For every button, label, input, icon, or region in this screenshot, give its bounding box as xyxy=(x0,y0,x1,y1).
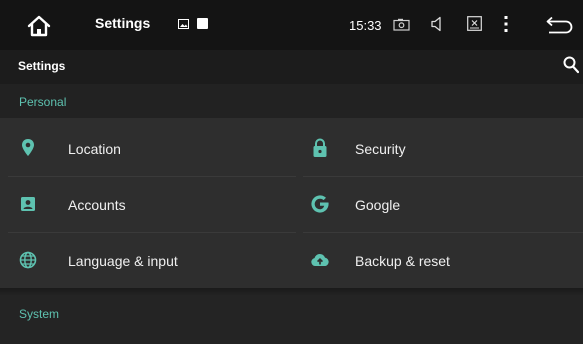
status-bar: Settings 15:33 xyxy=(0,0,583,50)
globe-icon xyxy=(19,251,37,269)
section-title-system: System xyxy=(19,307,60,321)
page-title: Settings xyxy=(18,59,66,73)
settings-item-label: Google xyxy=(355,197,401,213)
lock-icon xyxy=(313,138,327,157)
settings-item-label: Backup & reset xyxy=(355,253,450,269)
personal-settings-grid: Location Security Accounts Google Langua… xyxy=(0,118,583,290)
section-shadow xyxy=(0,288,583,296)
settings-item-label: Language & input xyxy=(68,253,178,269)
settings-item-google[interactable]: Google xyxy=(294,176,583,232)
back-icon[interactable] xyxy=(545,16,573,34)
section-title-personal: Personal xyxy=(19,95,67,109)
settings-item-label: Security xyxy=(355,141,406,157)
volume-icon[interactable] xyxy=(430,16,444,32)
search-icon[interactable] xyxy=(563,56,579,74)
close-box-icon[interactable] xyxy=(467,16,482,31)
account-box-icon xyxy=(21,197,35,211)
settings-item-label: Accounts xyxy=(68,197,126,213)
location-pin-icon xyxy=(22,139,34,156)
settings-item-accounts[interactable]: Accounts xyxy=(0,176,291,232)
more-vert-icon[interactable] xyxy=(503,15,509,33)
google-icon xyxy=(311,195,329,213)
status-bar-title: Settings xyxy=(95,15,151,31)
home-icon[interactable] xyxy=(26,14,52,38)
settings-item-backup-reset[interactable]: Backup & reset xyxy=(294,232,583,288)
camera-icon[interactable] xyxy=(393,18,410,31)
cloud-upload-icon xyxy=(311,253,329,266)
settings-item-label: Location xyxy=(68,141,121,157)
settings-item-location[interactable]: Location xyxy=(0,120,291,176)
settings-item-language-input[interactable]: Language & input xyxy=(0,232,291,288)
section-header-personal: Personal xyxy=(0,84,583,118)
settings-item-security[interactable]: Security xyxy=(294,120,583,176)
action-bar: Settings xyxy=(0,50,583,84)
clock-time: 15:33 xyxy=(349,18,382,33)
section-header-system: System xyxy=(0,296,583,344)
gallery-icon xyxy=(178,19,189,29)
square-icon xyxy=(197,18,208,29)
